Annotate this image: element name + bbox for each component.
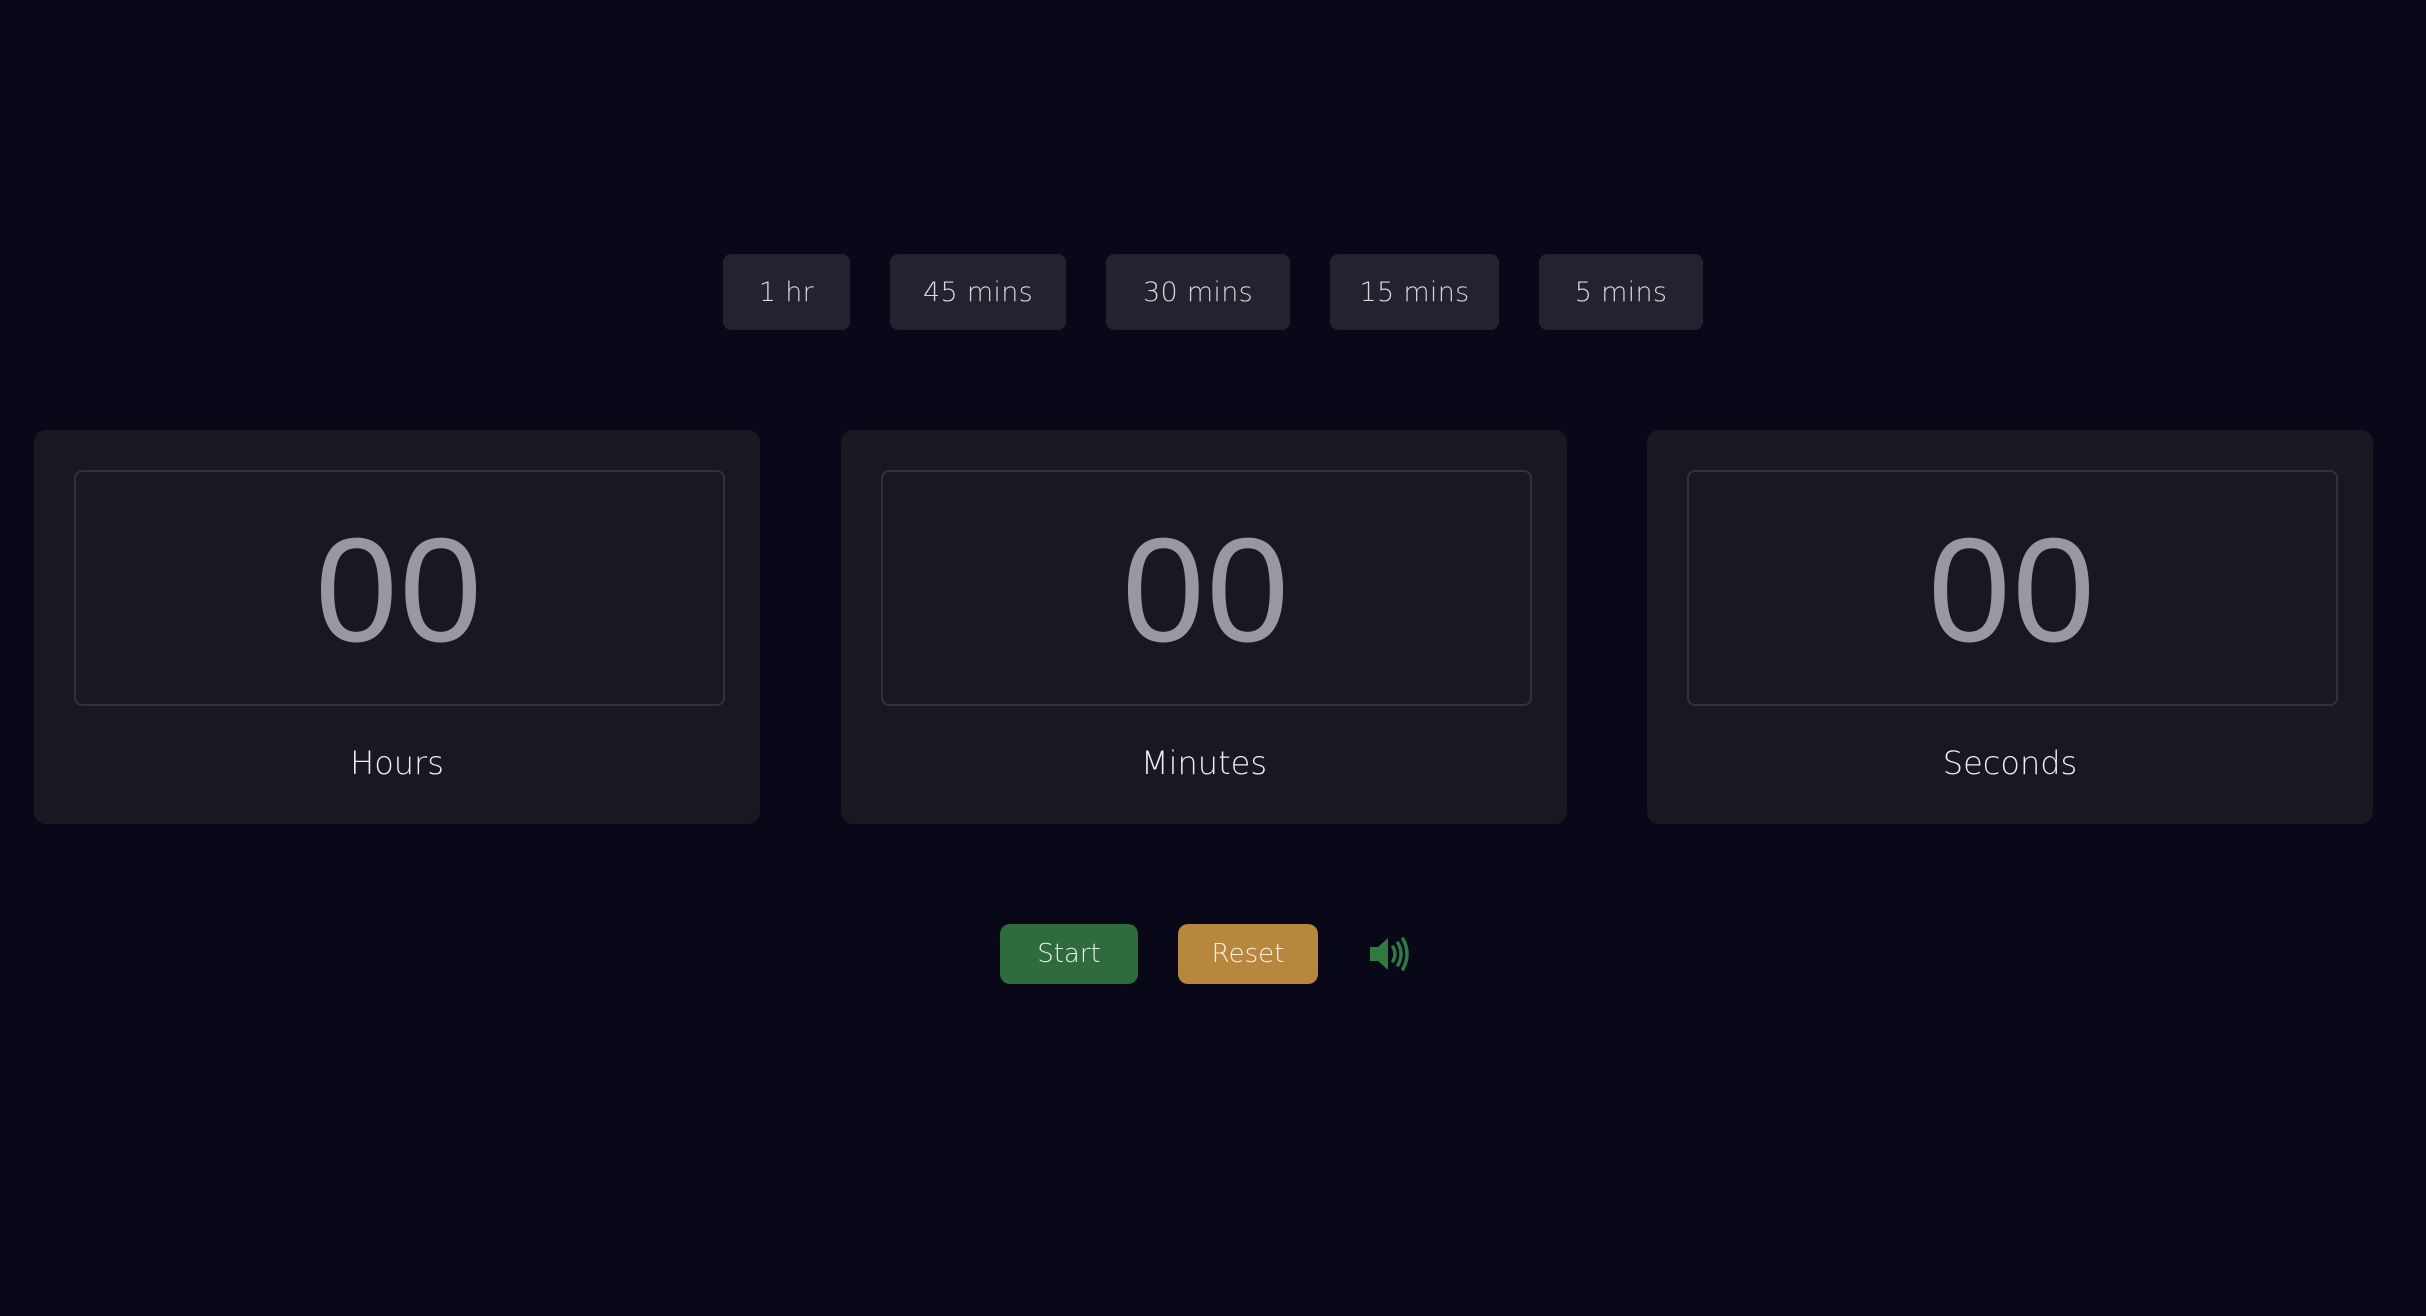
hours-display[interactable]: 00 (74, 470, 725, 706)
seconds-display[interactable]: 00 (1687, 470, 2338, 706)
seconds-value: 00 (1928, 508, 2097, 673)
start-button[interactable]: Start (1000, 924, 1138, 984)
preset-bar: 1 hr 45 mins 30 mins 15 mins 5 mins (0, 254, 2426, 330)
minutes-display[interactable]: 00 (881, 470, 1532, 706)
seconds-panel: 00 Seconds (1647, 430, 2373, 824)
reset-button[interactable]: Reset (1178, 924, 1318, 984)
minutes-panel: 00 Minutes (841, 430, 1567, 824)
preset-15min-button[interactable]: 15 mins (1330, 254, 1499, 330)
minutes-label: Minutes (1141, 744, 1267, 782)
timer-panels: 00 Hours 00 Minutes 00 Seconds (34, 430, 2374, 824)
minutes-value: 00 (1122, 508, 1291, 673)
hours-label: Hours (350, 744, 444, 782)
seconds-label: Seconds (1942, 744, 2078, 782)
speaker-volume-icon[interactable] (1368, 932, 1412, 976)
hours-panel: 00 Hours (34, 430, 760, 824)
preset-30min-button[interactable]: 30 mins (1106, 254, 1290, 330)
hours-value: 00 (315, 508, 484, 673)
timer-app: 1 hr 45 mins 30 mins 15 mins 5 mins 00 H… (0, 0, 2426, 1316)
preset-45min-button[interactable]: 45 mins (890, 254, 1066, 330)
speaker-volume-icon-graphic (1370, 937, 1409, 971)
preset-1hr-button[interactable]: 1 hr (723, 254, 850, 330)
control-bar: Start Reset (1000, 924, 1412, 984)
preset-5min-button[interactable]: 5 mins (1539, 254, 1703, 330)
